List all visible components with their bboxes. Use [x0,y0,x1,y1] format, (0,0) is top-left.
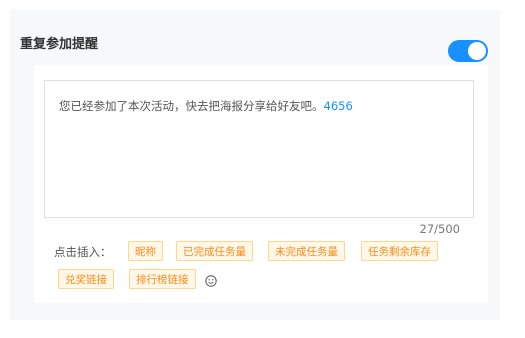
insert-label: 点击插入： [54,245,112,259]
char-counter: 27/500 [419,222,460,236]
insert-tag-uncompleted[interactable]: 未完成任务量 [268,241,345,261]
insert-tag-remaining-stock[interactable]: 任务剩余库存 [361,241,438,261]
section-title: 重复参加提醒 [20,37,99,52]
insert-tag-redeem-link[interactable]: 兑奖链接 [58,269,114,289]
message-text: 您已经参加了本次活动，快去把海报分享给好友吧。 [59,99,324,113]
insert-tag-ranking-link[interactable]: 排行榜链接 [129,269,196,289]
smile-icon[interactable] [205,275,217,287]
message-card: 您已经参加了本次活动，快去把海报分享给好友吧。4656 27/500 点击插入：… [34,65,488,303]
message-textarea[interactable]: 您已经参加了本次活动，快去把海报分享给好友吧。4656 [44,80,474,218]
repeat-reminder-toggle[interactable] [448,40,488,62]
toggle-knob [468,42,486,60]
message-suffix: 4656 [323,99,353,113]
insert-tag-nickname[interactable]: 昵称 [128,241,163,261]
insert-tag-completed[interactable]: 已完成任务量 [176,241,253,261]
